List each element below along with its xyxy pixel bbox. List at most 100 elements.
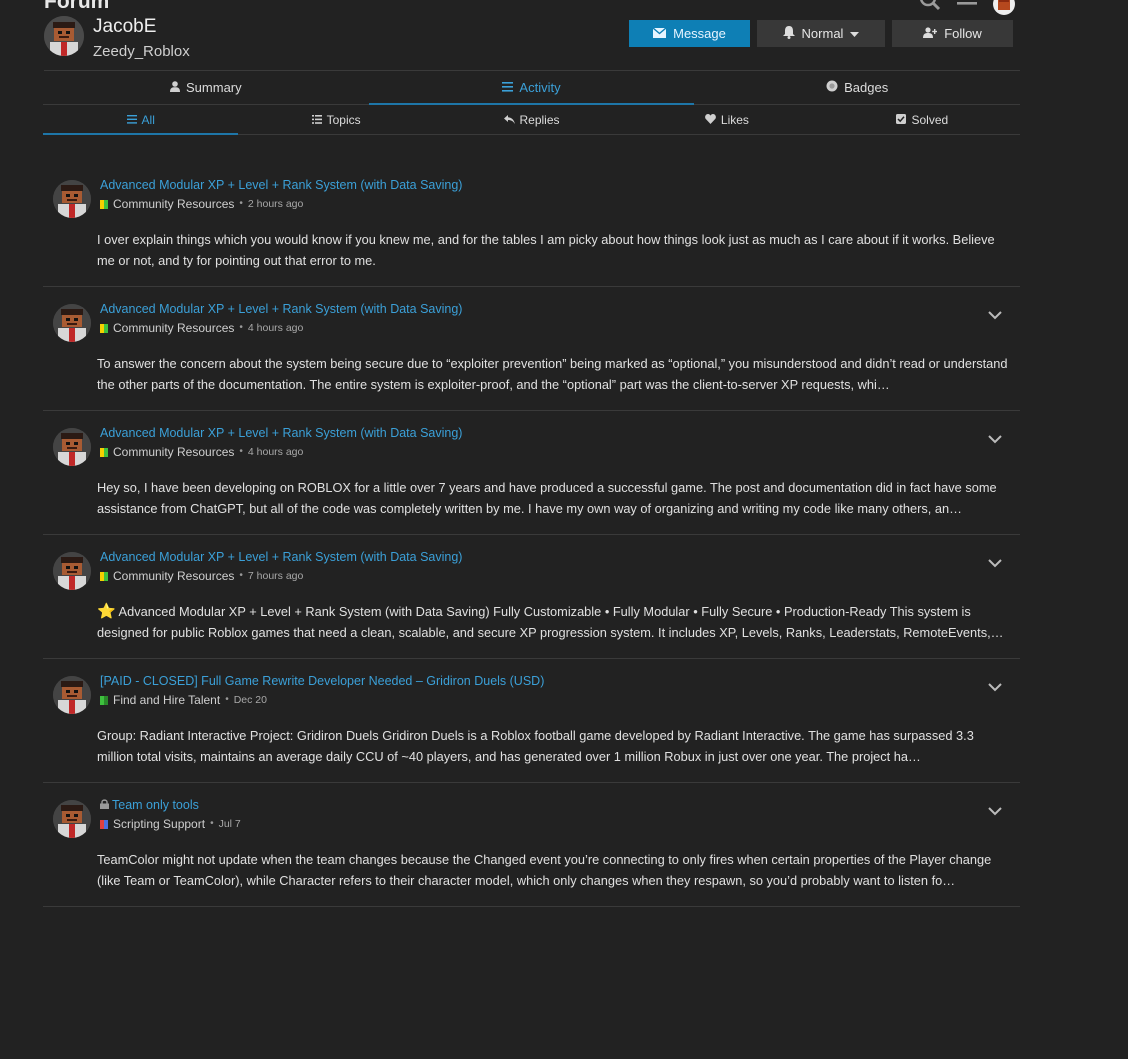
- post-excerpt-text: Advanced Modular XP + Level + Rank Syste…: [97, 604, 1004, 640]
- category-color-swatch: [100, 323, 108, 333]
- bulleted-list-icon: [311, 113, 322, 127]
- lock-icon: [100, 797, 109, 813]
- site-title[interactable]: Forum: [44, 0, 109, 14]
- post-time[interactable]: Dec 20: [234, 693, 267, 707]
- separator-dot: •: [239, 446, 243, 457]
- post-excerpt[interactable]: ⭐ Advanced Modular XP + Level + Rank Sys…: [97, 602, 1008, 643]
- post-excerpt[interactable]: To answer the concern about the system b…: [97, 354, 1008, 395]
- category-color-swatch: [100, 695, 108, 705]
- avatar[interactable]: [53, 676, 91, 714]
- follow-button[interactable]: Follow: [892, 20, 1013, 47]
- topic-title: Team only tools: [112, 798, 199, 812]
- topic-title-link[interactable]: Team only tools: [100, 797, 1008, 813]
- topic-title-link[interactable]: Advanced Modular XP + Level + Rank Syste…: [100, 301, 1008, 317]
- list-item: [PAID - CLOSED] Full Game Rewrite Develo…: [43, 659, 1020, 783]
- category-color-swatch: [100, 819, 108, 829]
- chevron-down-icon[interactable]: [988, 679, 1002, 692]
- envelope-icon: [652, 26, 667, 41]
- separator-dot: •: [225, 694, 229, 705]
- post-header: Team only tools Scripting Support • Jul …: [100, 797, 1008, 837]
- tab-summary[interactable]: Summary: [43, 71, 369, 104]
- tab-solved-label: Solved: [911, 112, 949, 127]
- category-link[interactable]: Community Resources: [113, 197, 234, 211]
- tab-badges[interactable]: Badges: [694, 71, 1020, 104]
- tab-replies-label: Replies: [519, 112, 560, 127]
- topic-title-link[interactable]: Advanced Modular XP + Level + Rank Syste…: [100, 177, 1008, 193]
- post-header: [PAID - CLOSED] Full Game Rewrite Develo…: [100, 673, 1008, 713]
- avatar[interactable]: [53, 304, 91, 342]
- notification-level-label: Normal: [801, 26, 844, 41]
- post-excerpt[interactable]: Group: Radiant Interactive Project: Grid…: [97, 726, 1008, 767]
- list-icon: [502, 80, 514, 95]
- chevron-down-icon[interactable]: [988, 555, 1002, 568]
- tab-all[interactable]: All: [43, 105, 239, 135]
- check-square-icon: [896, 113, 907, 127]
- post-excerpt[interactable]: TeamColor might not update when the team…: [97, 850, 1008, 891]
- caret-down-icon: [850, 26, 860, 41]
- separator-dot: •: [239, 570, 243, 581]
- topic-title: Advanced Modular XP + Level + Rank Syste…: [100, 550, 463, 564]
- category-link[interactable]: Scripting Support: [113, 817, 205, 831]
- badge-icon: [826, 80, 838, 95]
- avatar[interactable]: [53, 800, 91, 838]
- separator-dot: •: [239, 322, 243, 333]
- tab-topics-label: Topics: [326, 112, 361, 127]
- post-time[interactable]: Jul 7: [219, 817, 241, 831]
- notification-level-dropdown[interactable]: Normal: [757, 20, 885, 47]
- category-color-swatch: [100, 571, 108, 581]
- search-icon[interactable]: [918, 0, 942, 14]
- post-time[interactable]: 4 hours ago: [248, 445, 303, 459]
- separator-dot: •: [210, 818, 214, 829]
- post-time[interactable]: 4 hours ago: [248, 321, 303, 335]
- list-item: Advanced Modular XP + Level + Rank Syste…: [43, 535, 1020, 659]
- tab-topics[interactable]: Topics: [238, 105, 433, 134]
- topic-title: [PAID - CLOSED] Full Game Rewrite Develo…: [100, 674, 545, 688]
- tab-summary-label: Summary: [186, 80, 242, 95]
- topic-title-link[interactable]: [PAID - CLOSED] Full Game Rewrite Develo…: [100, 673, 1008, 689]
- category-link[interactable]: Community Resources: [113, 569, 234, 583]
- topic-title: Advanced Modular XP + Level + Rank Syste…: [100, 426, 463, 440]
- topic-title: Advanced Modular XP + Level + Rank Syste…: [100, 302, 463, 316]
- category-color-swatch: [100, 199, 108, 209]
- profile-actions: Message Normal Follow: [629, 20, 1013, 47]
- topic-title: Advanced Modular XP + Level + Rank Syste…: [100, 178, 463, 192]
- avatar[interactable]: [53, 428, 91, 466]
- heart-icon: [705, 113, 716, 127]
- post-header: Advanced Modular XP + Level + Rank Syste…: [100, 301, 1008, 341]
- post-excerpt[interactable]: I over explain things which you would kn…: [97, 230, 1008, 271]
- category-link[interactable]: Community Resources: [113, 445, 234, 459]
- topic-title-link[interactable]: Advanced Modular XP + Level + Rank Syste…: [100, 549, 1008, 565]
- user-icon: [170, 80, 181, 95]
- category-link[interactable]: Community Resources: [113, 321, 234, 335]
- post-excerpt[interactable]: Hey so, I have been developing on ROBLOX…: [97, 478, 1008, 519]
- tab-likes[interactable]: Likes: [629, 105, 824, 134]
- list-item: Advanced Modular XP + Level + Rank Syste…: [43, 163, 1020, 287]
- avatar[interactable]: [53, 552, 91, 590]
- message-button-label: Message: [673, 26, 726, 41]
- follow-button-label: Follow: [944, 26, 982, 41]
- tab-likes-label: Likes: [720, 112, 749, 127]
- tab-activity[interactable]: Activity: [368, 71, 695, 105]
- list-item: Advanced Modular XP + Level + Rank Syste…: [43, 411, 1020, 535]
- user-header: JacobE Zeedy_Roblox Message Normal Follo…: [44, 14, 1020, 71]
- avatar[interactable]: [44, 16, 84, 56]
- hamburger-menu-icon[interactable]: [956, 0, 978, 13]
- tab-activity-label: Activity: [519, 80, 561, 95]
- category-link[interactable]: Find and Hire Talent: [113, 693, 220, 707]
- chevron-down-icon[interactable]: [988, 307, 1002, 320]
- tab-badges-label: Badges: [844, 80, 889, 95]
- post-meta: Community Resources • 4 hours ago: [100, 321, 1008, 335]
- tab-replies[interactable]: Replies: [434, 105, 629, 134]
- post-time[interactable]: 7 hours ago: [248, 569, 303, 583]
- post-meta: Community Resources • 7 hours ago: [100, 569, 1008, 583]
- category-color-swatch: [100, 447, 108, 457]
- post-header: Advanced Modular XP + Level + Rank Syste…: [100, 177, 1008, 217]
- chevron-down-icon[interactable]: [988, 803, 1002, 816]
- post-time[interactable]: 2 hours ago: [248, 197, 303, 211]
- avatar[interactable]: [53, 180, 91, 218]
- chevron-down-icon[interactable]: [988, 431, 1002, 444]
- message-button[interactable]: Message: [629, 20, 750, 47]
- tab-solved[interactable]: Solved: [825, 105, 1020, 134]
- topic-title-link[interactable]: Advanced Modular XP + Level + Rank Syste…: [100, 425, 1008, 441]
- list-item: Team only tools Scripting Support • Jul …: [43, 783, 1020, 907]
